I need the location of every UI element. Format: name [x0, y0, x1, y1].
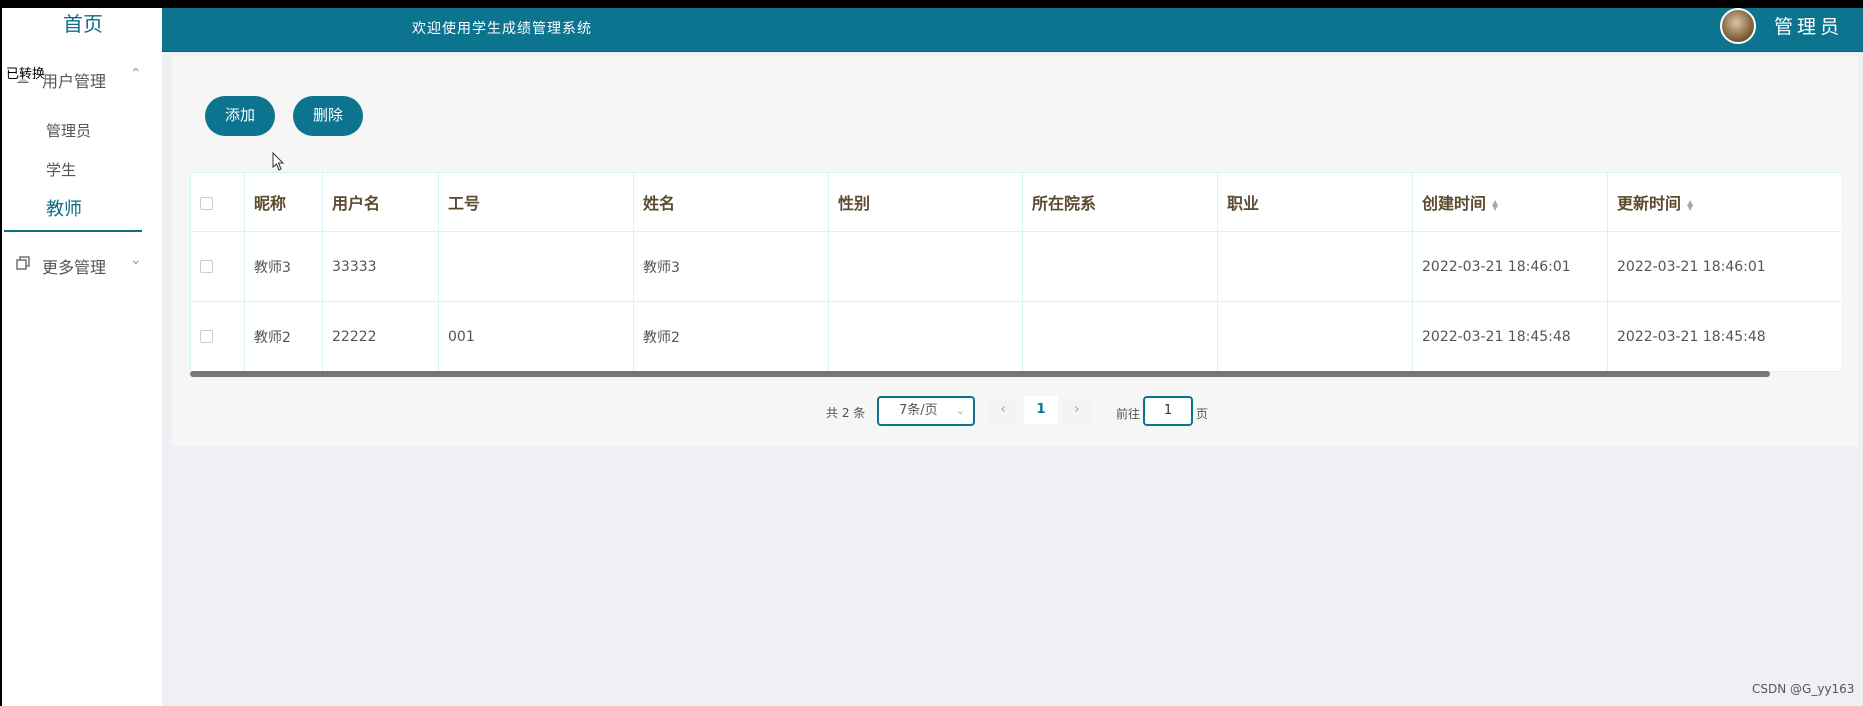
avatar[interactable]: [1720, 8, 1756, 44]
cell-updated: 2022-03-21 18:45:48: [1607, 301, 1841, 372]
table-header-row: 昵称 用户名 工号 姓名 性别 所在院系 职业 创建时间▲▼ 更新时间▲▼ 操作: [190, 172, 1841, 232]
sidebar-home-link[interactable]: 首页: [2, 8, 164, 44]
overlay-label: 已转换: [6, 67, 46, 82]
page-number-button[interactable]: 1: [1024, 396, 1058, 424]
column-header-dept: 所在院系: [1022, 172, 1218, 232]
cell-name: 教师2: [633, 301, 829, 372]
goto-label: 前往: [1116, 407, 1141, 421]
row-select-cell[interactable]: [190, 231, 245, 302]
table-row: 教师2 22222 001 教师2 2022-03-21 18:45:48 20…: [190, 301, 1841, 372]
delete-button[interactable]: 删除: [293, 96, 363, 136]
cell-dept: [1022, 301, 1218, 372]
select-all-cell[interactable]: [190, 172, 245, 232]
current-user-name[interactable]: 管理员: [1774, 12, 1843, 39]
cell-gender: [828, 231, 1023, 302]
watermark: CSDN @G_yy163: [1752, 682, 1855, 696]
column-header-gender: 性别: [828, 172, 1023, 232]
column-header-username: 用户名: [322, 172, 439, 232]
column-header-name: 姓名: [633, 172, 829, 232]
chevron-up-icon: ⌃: [130, 66, 142, 82]
top-header: 欢迎使用学生成绩管理系统 管理员: [162, 8, 1863, 52]
page-suffix-label: 页: [1196, 407, 1209, 421]
goto-page-input[interactable]: 1: [1143, 396, 1193, 426]
table-row: 教师3 33333 教师3 2022-03-21 18:46:01 2022-0…: [190, 231, 1841, 302]
teacher-table: 昵称 用户名 工号 姓名 性别 所在院系 职业 创建时间▲▼ 更新时间▲▼ 操作…: [190, 172, 1841, 372]
cell-created: 2022-03-21 18:46:01: [1412, 231, 1608, 302]
sidebar-group-label: 更多管理: [42, 258, 107, 277]
next-page-button[interactable]: ›: [1062, 396, 1092, 424]
column-header-nickname: 昵称: [244, 172, 323, 232]
row-checkbox[interactable]: [200, 260, 213, 273]
welcome-text: 欢迎使用学生成绩管理系统: [412, 21, 592, 37]
cell-nickname: 教师2: [244, 301, 323, 372]
column-header-job-no: 工号: [438, 172, 634, 232]
cell-dept: [1022, 231, 1218, 302]
cell-username: 22222: [322, 301, 439, 372]
cell-username: 33333: [322, 231, 439, 302]
cell-nickname: 教师3: [244, 231, 323, 302]
chevron-left-icon: ‹: [1000, 402, 1006, 417]
cell-occupation: [1217, 231, 1413, 302]
active-item-underline: [4, 230, 142, 232]
mouse-cursor-icon: [272, 152, 285, 171]
cell-created: 2022-03-21 18:45:48: [1412, 301, 1608, 372]
sidebar-group-more-management[interactable]: 更多管理 ⌄: [2, 244, 164, 284]
copy-icon: [16, 256, 30, 270]
sidebar-item-admin[interactable]: 管理员: [46, 120, 91, 141]
page-size-select[interactable]: 7条/页 ⌄: [877, 396, 975, 426]
chevron-right-icon: ›: [1074, 402, 1080, 417]
cell-gender: [828, 301, 1023, 372]
horizontal-scrollbar[interactable]: [190, 371, 1770, 377]
cell-updated: 2022-03-21 18:46:01: [1607, 231, 1841, 302]
sort-icon[interactable]: ▲ ▼: [1687, 198, 1693, 211]
column-header-created[interactable]: 创建时间 ▲ ▼: [1412, 172, 1608, 232]
prev-page-button[interactable]: ‹: [988, 396, 1018, 424]
pagination-total: 共 2 条: [826, 406, 866, 420]
sidebar-item-student[interactable]: 学生: [46, 159, 76, 180]
screen-top-bar: [0, 0, 1863, 8]
column-header-updated[interactable]: 更新时间 ▲ ▼: [1607, 172, 1841, 232]
row-checkbox[interactable]: [200, 330, 213, 343]
chevron-down-icon: ⌄: [130, 252, 142, 268]
column-header-label: 创建时间: [1422, 194, 1487, 213]
cell-job-no: 001: [438, 301, 634, 372]
page-size-value: 7条/页: [899, 403, 938, 418]
sidebar-item-teacher[interactable]: 教师: [46, 195, 82, 221]
chevron-down-icon: ⌄: [955, 404, 965, 417]
select-all-checkbox[interactable]: [200, 196, 213, 210]
column-header-occupation: 职业: [1217, 172, 1413, 232]
cell-occupation: [1217, 301, 1413, 372]
cell-name: 教师3: [633, 231, 829, 302]
row-select-cell[interactable]: [190, 301, 245, 372]
sort-icon[interactable]: ▲ ▼: [1492, 198, 1498, 211]
cell-job-no: [438, 231, 634, 302]
column-header-label: 更新时间: [1617, 194, 1682, 213]
sidebar: 首页 用户管理 ⌃ 已转换 管理员 学生 教师 更多管理 ⌄: [0, 8, 162, 706]
sidebar-group-label: 用户管理: [42, 72, 107, 91]
add-button[interactable]: 添加: [205, 96, 275, 136]
